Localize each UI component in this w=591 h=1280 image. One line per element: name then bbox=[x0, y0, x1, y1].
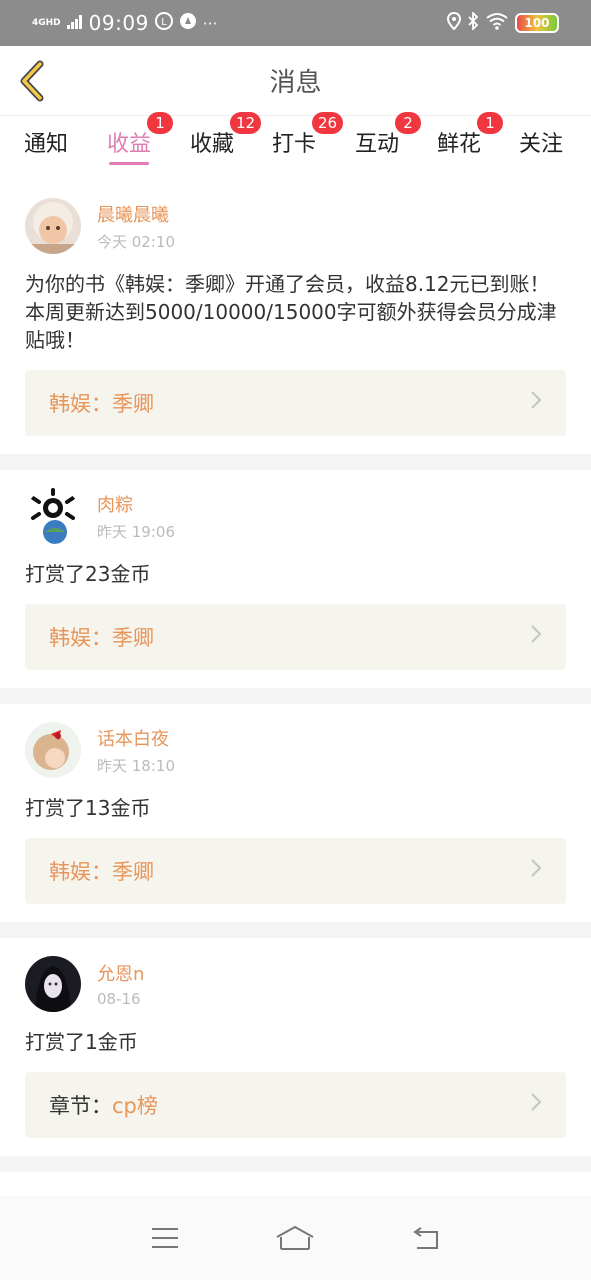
tab-label: 收益 bbox=[107, 132, 152, 157]
tab-label: 收藏 bbox=[190, 132, 235, 157]
message-feed: 晨曦晨曦 今天 02:10 为你的书《韩娱：季卿》开通了会员，收益8.12元已到… bbox=[0, 180, 591, 1172]
tab-badge: 26 bbox=[312, 112, 344, 134]
user-name[interactable]: 允恩n bbox=[97, 960, 144, 986]
chapter-link[interactable]: 章节：cp榜 bbox=[25, 1072, 566, 1138]
book-link[interactable]: 韩娱：季卿 bbox=[25, 838, 566, 904]
message-card: 允恩n 08-16 打赏了1金币 章节：cp榜 bbox=[0, 938, 591, 1156]
message-user: 晨曦晨曦 今天 02:10 bbox=[25, 198, 566, 254]
user-name[interactable]: 肉粽 bbox=[97, 491, 175, 517]
tab-earnings[interactable]: 收益 1 bbox=[107, 112, 173, 165]
tab-checkin[interactable]: 打卡 26 bbox=[272, 112, 344, 158]
compass-icon bbox=[179, 12, 197, 34]
battery-indicator: 100 bbox=[515, 13, 559, 33]
book-link[interactable]: 韩娱：季卿 bbox=[25, 604, 566, 670]
tab-badge: 2 bbox=[395, 112, 421, 134]
divider bbox=[0, 1156, 591, 1172]
tab-notifications[interactable]: 通知 bbox=[24, 126, 68, 158]
divider bbox=[0, 454, 591, 470]
bluetooth-icon bbox=[467, 10, 479, 34]
message-time: 昨天 18:10 bbox=[97, 756, 175, 775]
link-prefix: 章节： bbox=[49, 1094, 112, 1118]
message-card: 肉粽 昨天 19:06 打赏了23金币 韩娱：季卿 bbox=[0, 470, 591, 688]
status-bar: 4GHD 09:09 L ⋯ 100 bbox=[0, 0, 591, 46]
message-user: 话本白夜 昨天 18:10 bbox=[25, 722, 566, 778]
message-text: 为你的书《韩娱：季卿》开通了会员，收益8.12元已到账！本周更新达到5000/1… bbox=[25, 272, 557, 352]
system-nav-bar bbox=[0, 1196, 591, 1280]
svg-text:L: L bbox=[161, 17, 167, 28]
chevron-right-icon bbox=[530, 624, 542, 650]
message-tabs: 通知 收益 1 收藏 12 打卡 26 互动 2 鲜花 1 关注 bbox=[0, 112, 591, 180]
user-name[interactable]: 话本白夜 bbox=[97, 725, 175, 751]
message-card: 话本白夜 昨天 18:10 打赏了13金币 韩娱：季卿 bbox=[0, 704, 591, 922]
chevron-left-icon[interactable] bbox=[16, 60, 48, 102]
message-user: 允恩n 08-16 bbox=[25, 956, 566, 1012]
avatar[interactable] bbox=[25, 956, 81, 1012]
message-user: 肉粽 昨天 19:06 bbox=[25, 488, 566, 544]
tab-favorites[interactable]: 收藏 12 bbox=[190, 112, 262, 158]
app-notification-icon: L bbox=[154, 12, 173, 34]
tab-label: 打卡 bbox=[272, 132, 317, 157]
wifi-icon bbox=[485, 12, 509, 34]
home-icon[interactable] bbox=[275, 1218, 315, 1258]
location-icon bbox=[446, 11, 462, 34]
user-name[interactable]: 晨曦晨曦 bbox=[97, 201, 175, 227]
divider bbox=[0, 922, 591, 938]
book-title: 韩娱：季卿 bbox=[49, 860, 154, 884]
tab-label: 鲜花 bbox=[437, 132, 482, 157]
book-title: 韩娱：季卿 bbox=[49, 626, 154, 650]
message-text: 打赏了23金币 bbox=[25, 562, 151, 586]
tab-flowers[interactable]: 鲜花 1 bbox=[437, 112, 503, 158]
message-time: 08-16 bbox=[97, 990, 141, 1008]
book-link[interactable]: 韩娱：季卿 bbox=[25, 370, 566, 436]
book-title: 韩娱：季卿 bbox=[49, 392, 154, 416]
active-tab-indicator bbox=[109, 162, 150, 165]
message-text: 打赏了1金币 bbox=[25, 1030, 138, 1054]
page-header: 消息 bbox=[0, 46, 591, 116]
message-time: 昨天 19:06 bbox=[97, 522, 175, 541]
message-time: 今天 02:10 bbox=[97, 232, 175, 251]
tab-label: 互动 bbox=[355, 132, 400, 157]
network-indicator: 4GHD bbox=[32, 17, 61, 28]
message-text: 打赏了13金币 bbox=[25, 796, 151, 820]
tab-badge: 1 bbox=[477, 112, 503, 134]
signal-icon bbox=[66, 14, 83, 33]
chevron-right-icon bbox=[530, 390, 542, 416]
page-title: 消息 bbox=[269, 68, 322, 98]
tab-following[interactable]: 关注 bbox=[519, 126, 563, 158]
avatar[interactable] bbox=[25, 488, 81, 544]
tab-label: 通知 bbox=[24, 132, 69, 157]
return-icon[interactable] bbox=[406, 1218, 446, 1258]
more-icon: ⋯ bbox=[202, 14, 218, 32]
chevron-right-icon bbox=[530, 1092, 542, 1118]
menu-icon[interactable] bbox=[145, 1218, 185, 1258]
tab-badge: 12 bbox=[230, 112, 262, 134]
divider bbox=[0, 688, 591, 704]
tab-badge: 1 bbox=[147, 112, 173, 134]
avatar[interactable] bbox=[25, 722, 81, 778]
avatar[interactable] bbox=[25, 198, 81, 254]
tab-label: 关注 bbox=[519, 132, 564, 157]
tab-interactions[interactable]: 互动 2 bbox=[355, 112, 421, 158]
status-time: 09:09 bbox=[88, 11, 149, 35]
chapter-title: cp榜 bbox=[112, 1094, 158, 1118]
message-card: 晨曦晨曦 今天 02:10 为你的书《韩娱：季卿》开通了会员，收益8.12元已到… bbox=[0, 180, 591, 454]
chevron-right-icon bbox=[530, 858, 542, 884]
